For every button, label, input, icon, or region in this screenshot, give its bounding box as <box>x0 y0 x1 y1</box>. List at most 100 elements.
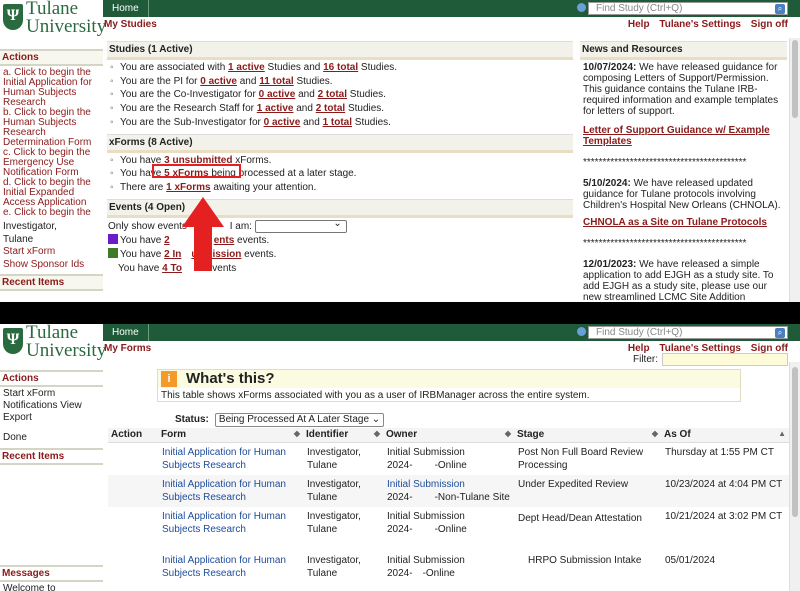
sort-icon[interactable]: ◆ <box>294 429 300 438</box>
recent-items-heading: Recent Items <box>0 274 103 291</box>
chnola-link[interactable]: CHNOLA as a Site on Tulane Protocols <box>583 217 767 228</box>
col-identifier[interactable]: Identifier ◆ <box>303 428 383 443</box>
find-study-input[interactable]: Find Study (Ctrl+Q) ⌕ <box>588 326 788 339</box>
action-emergency-use[interactable]: c. Click to begin the Emergency Use Noti… <box>0 148 103 178</box>
table-row[interactable]: Initial Application for Human Subjects R… <box>108 551 789 583</box>
count-link[interactable]: 2 total <box>316 103 345 114</box>
show-sponsor-ids-link[interactable]: Show Sponsor Ids <box>0 258 103 271</box>
events-link[interactable]: 2 <box>164 235 170 246</box>
owner-line1: Initial Submission <box>387 510 465 522</box>
table-row[interactable]: Initial Application for Human Subjects R… <box>108 442 789 475</box>
in-submission-link[interactable]: 2 In <box>164 249 181 260</box>
whats-this-title: What's this? <box>186 370 275 387</box>
col-as-of[interactable]: As Of ▲ <box>661 428 789 443</box>
actions-heading: Actions <box>0 370 103 387</box>
col-owner[interactable]: Owner ◆ <box>383 428 514 443</box>
start-xform-link[interactable]: Start xForm <box>0 246 103 258</box>
info-icon: i <box>161 371 177 387</box>
action-initial-application[interactable]: a. Click to begin the Initial Applicatio… <box>0 68 103 108</box>
owner-suffix: -Online <box>434 523 467 535</box>
redaction <box>412 490 435 501</box>
count-link[interactable]: 11 total <box>259 76 293 87</box>
scrollbar[interactable] <box>789 362 800 591</box>
scrollbar-thumb[interactable] <box>792 40 798 118</box>
sort-icon[interactable]: ◆ <box>505 429 511 438</box>
notifications-view-action[interactable]: Notifications View <box>0 400 103 412</box>
count-link[interactable]: 1 total <box>323 117 352 128</box>
awaiting-link[interactable]: 1 xForms <box>166 182 210 193</box>
owner-cell: Initial Submission 2024- -Online <box>383 551 514 583</box>
action-determination-form[interactable]: b. Click to begin the Human Subjects Res… <box>0 108 103 148</box>
top-links: Help Tulane's Settings Sign off <box>621 19 788 30</box>
my-forms-screenshot: Ψ Tulane University Home Find Study (Ctr… <box>0 324 800 591</box>
scrollbar-thumb[interactable] <box>792 367 798 517</box>
rss-icon[interactable] <box>577 3 586 12</box>
screenshot-separator <box>0 302 800 324</box>
count-link[interactable]: 16 total <box>323 62 358 73</box>
news-panel: News and Resources 10/07/2024: We have r… <box>580 41 787 302</box>
help-link[interactable]: Help <box>628 19 650 30</box>
whats-this-body: This table shows xForms associated with … <box>161 390 590 401</box>
count-link[interactable]: 0 active <box>200 76 237 87</box>
search-icon[interactable]: ⌕ <box>775 4 785 14</box>
count-link[interactable]: 1 active <box>257 103 294 114</box>
identifier-line1: Investigator, <box>307 446 361 458</box>
form-link[interactable]: Initial Application for Human Subjects R… <box>158 474 303 507</box>
role-select[interactable] <box>254 217 347 233</box>
form-link[interactable]: Initial Application for Human Subjects R… <box>158 442 303 475</box>
action-e[interactable]: e. Click to begin the <box>0 208 103 218</box>
letter-of-support-link[interactable]: Letter of Support Guidance w/ Example Te… <box>583 125 770 147</box>
filter-label: Only show events <box>108 220 187 232</box>
owner-line1[interactable]: Initial Submission <box>387 479 465 490</box>
owner-suffix: -Online <box>434 459 467 471</box>
start-xform-action[interactable]: Start xForm <box>0 388 103 400</box>
tulane-shield-icon: Ψ <box>3 328 23 354</box>
table-row[interactable]: Initial Application for Human Subjects R… <box>108 474 789 507</box>
messages-text: Welcome to <box>3 583 56 591</box>
done-action[interactable]: Done <box>0 432 103 444</box>
scrollbar[interactable] <box>789 38 800 302</box>
count-link[interactable]: 1 active <box>228 62 265 73</box>
status-label: Status: <box>175 414 209 425</box>
row-text: events. <box>241 248 277 260</box>
search-icon[interactable]: ⌕ <box>775 328 785 338</box>
action-expanded-access[interactable]: d. Click to begin the Initial Expanded A… <box>0 178 103 208</box>
rss-icon[interactable] <box>577 327 586 336</box>
col-stage[interactable]: Stage ◆ <box>514 428 661 443</box>
xforms-row: There are 1 xForms awaiting your attenti… <box>110 181 573 195</box>
identifier-line2: Tulane <box>307 523 338 535</box>
home-tab[interactable]: Home <box>103 324 149 341</box>
sort-asc-icon[interactable]: ▲ <box>778 429 786 438</box>
col-form[interactable]: Form ◆ <box>158 428 303 443</box>
studies-panel: Studies (1 Active) You are associated wi… <box>107 41 573 276</box>
tulane-logo[interactable]: Ψ Tulane University <box>0 0 106 38</box>
action-cell <box>108 507 158 551</box>
table-row[interactable]: Initial Application for Human Subjects R… <box>108 507 789 551</box>
studies-row: You are the PI for 0 active and 11 total… <box>110 75 573 89</box>
row-text: You are associated with <box>120 62 229 73</box>
as-of-cell: 05/01/2024 <box>665 554 716 566</box>
row-text: Studies. <box>347 89 386 101</box>
messages-heading: Messages <box>0 565 103 582</box>
sort-icon[interactable]: ◆ <box>652 429 658 438</box>
find-study-input[interactable]: Find Study (Ctrl+Q) ⌕ <box>588 2 788 15</box>
tulane-logo[interactable]: Ψ Tulane University <box>0 324 106 362</box>
home-tab[interactable]: Home <box>103 0 149 17</box>
count-link[interactable]: 0 active <box>264 117 301 128</box>
news-heading: News and Resources <box>580 41 787 60</box>
owner-year: 2024- <box>387 491 413 503</box>
form-link[interactable]: Initial Application for Human Subjects R… <box>158 551 303 583</box>
form-link[interactable]: Initial Application for Human Subjects R… <box>158 507 303 551</box>
to-do-link[interactable]: 4 To <box>162 263 182 274</box>
filter-input[interactable] <box>662 353 788 366</box>
row-text: There are <box>120 181 167 193</box>
row-text: You are the Co-Investigator for <box>120 89 259 101</box>
count-link[interactable]: 0 active <box>259 89 296 100</box>
sign-off-link[interactable]: Sign off <box>751 19 788 30</box>
export-action[interactable]: Export <box>0 412 103 424</box>
settings-link[interactable]: Tulane's Settings <box>659 19 741 30</box>
sort-icon[interactable]: ◆ <box>374 429 380 438</box>
status-select[interactable]: Being Processed At A Later Stage ⌄ <box>214 413 385 427</box>
row-text: and <box>300 116 323 128</box>
count-link[interactable]: 2 total <box>318 89 347 100</box>
